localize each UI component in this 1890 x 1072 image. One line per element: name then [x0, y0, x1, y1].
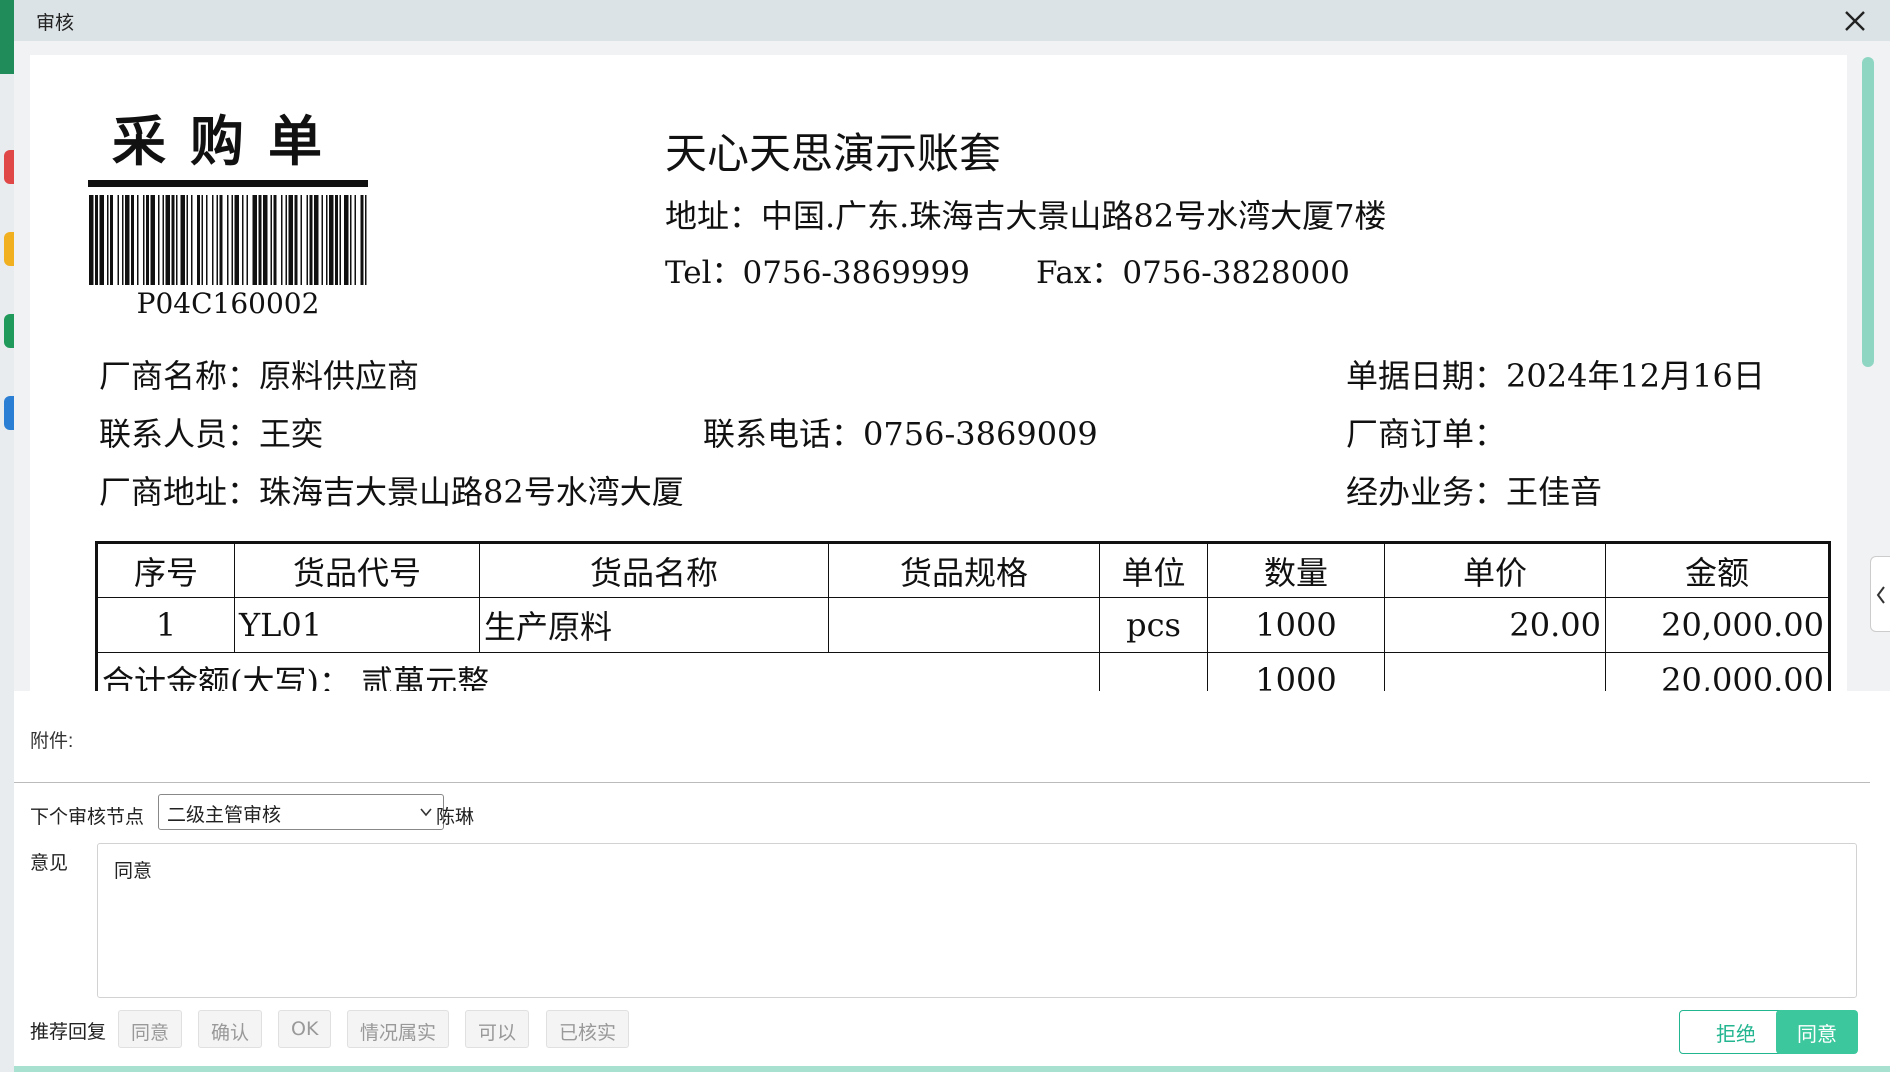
vendor-order: 厂商订单：	[1346, 415, 1507, 453]
cell-index: 1	[96, 597, 235, 653]
chevron-left-icon	[1876, 586, 1885, 604]
app-icon-green	[4, 314, 14, 348]
document-viewer[interactable]: 采购单 P04C160002 天心天思演示账套 地址：中国.广东.珠海吉大景山路…	[14, 41, 1890, 691]
col-header: 金额	[1605, 542, 1830, 598]
app-icon-red	[4, 150, 14, 184]
total-qty: 1000	[1207, 652, 1385, 691]
col-header: 单位	[1099, 542, 1208, 598]
reply-chip-checked[interactable]: 已核实	[546, 1010, 630, 1048]
barcode	[89, 195, 367, 285]
app-icon-yellow	[4, 232, 14, 266]
vendor-name: 厂商名称：原料供应商	[99, 357, 420, 395]
next-node-select[interactable]: 二级主管审核	[158, 794, 444, 830]
total-price-cell	[1384, 652, 1606, 691]
side-panel-toggle[interactable]	[1870, 556, 1890, 632]
cell-spec	[828, 597, 1100, 653]
app-icon-blue	[4, 396, 14, 430]
opinion-input[interactable]	[97, 843, 1857, 998]
table-header-row: 序号 货品代号 货品名称 货品规格 单位 数量 单价 金额	[96, 542, 1830, 598]
cell-price: 20.00	[1384, 597, 1606, 653]
company-tel: Tel：0756-3869999	[665, 255, 970, 291]
reply-chip-ok[interactable]: OK	[278, 1010, 332, 1048]
col-header: 货品代号	[234, 542, 480, 598]
dialog-title: 审核	[36, 12, 75, 34]
handler: 经办业务：王佳音	[1346, 473, 1603, 511]
dialog-titlebar: 审核	[14, 0, 1890, 41]
reply-chip-verified-true[interactable]: 情况属实	[347, 1010, 450, 1048]
recommended-label: 推荐回复	[30, 1022, 107, 1043]
purchase-order-document: 采购单 P04C160002 天心天思演示账套 地址：中国.广东.珠海吉大景山路…	[30, 55, 1847, 691]
close-icon[interactable]	[1840, 6, 1870, 36]
col-header: 数量	[1207, 542, 1385, 598]
cell-name: 生产原料	[479, 597, 829, 653]
next-node-value: 二级主管审核	[167, 805, 282, 826]
company-name: 天心天思演示账套	[665, 129, 1002, 178]
next-node-person: 陈琳	[436, 807, 475, 828]
col-header: 序号	[96, 542, 235, 598]
total-label: 合计金额(大写)： 贰萬元整	[96, 652, 1100, 691]
cell-unit: pcs	[1099, 597, 1208, 653]
document-title: 采购单	[112, 109, 346, 173]
reply-chip-fine[interactable]: 可以	[465, 1010, 530, 1048]
cell-code: YL01	[234, 597, 480, 653]
cell-amount: 20,000.00	[1605, 597, 1830, 653]
app-header-strip	[0, 0, 14, 74]
contact-phone: 联系电话：0756-3869009	[703, 415, 1098, 453]
opinion-label: 意见	[30, 853, 69, 874]
barcode-number: P04C160002	[136, 287, 320, 320]
table-total-row: 合计金额(大写)： 贰萬元整 1000 20,000.00	[96, 652, 1830, 691]
table-row: 1 YL01 生产原料 pcs 1000 20.00 20,000.00	[96, 597, 1830, 653]
bottom-accent-line	[14, 1066, 1890, 1072]
col-header: 单价	[1384, 542, 1606, 598]
document-date: 单据日期：2024年12月16日	[1346, 357, 1765, 395]
company-fax: Fax：0756-3828000	[1036, 255, 1350, 291]
approve-button[interactable]: 同意	[1776, 1010, 1858, 1054]
chevron-down-icon	[420, 808, 432, 817]
company-address: 地址：中国.广东.珠海吉大景山路82号水湾大厦7楼	[665, 197, 1387, 235]
total-unit-cell	[1099, 652, 1208, 691]
divider	[14, 782, 1870, 783]
items-table: 序号 货品代号 货品名称 货品规格 单位 数量 单价 金额 1 YL01 生产原	[95, 541, 1831, 691]
col-header: 货品规格	[828, 542, 1100, 598]
vendor-address: 厂商地址：珠海吉大景山路82号水湾大厦	[99, 473, 684, 511]
col-header: 货品名称	[479, 542, 829, 598]
contact-person: 联系人员：王奕	[99, 415, 324, 453]
total-amount: 20,000.00	[1605, 652, 1830, 691]
attachment-label: 附件:	[30, 731, 74, 752]
reply-chip-agree[interactable]: 同意	[118, 1010, 183, 1048]
reply-chip-confirm[interactable]: 确认	[198, 1010, 263, 1048]
cell-qty: 1000	[1207, 597, 1385, 653]
scrollbar-thumb[interactable]	[1862, 57, 1874, 367]
title-rule	[88, 180, 368, 187]
review-dialog: 审核 采购单 P04C160002 天心天思演示账套 地址：中国.广东.珠海吉大…	[14, 0, 1890, 1072]
next-node-label: 下个审核节点	[30, 807, 145, 828]
